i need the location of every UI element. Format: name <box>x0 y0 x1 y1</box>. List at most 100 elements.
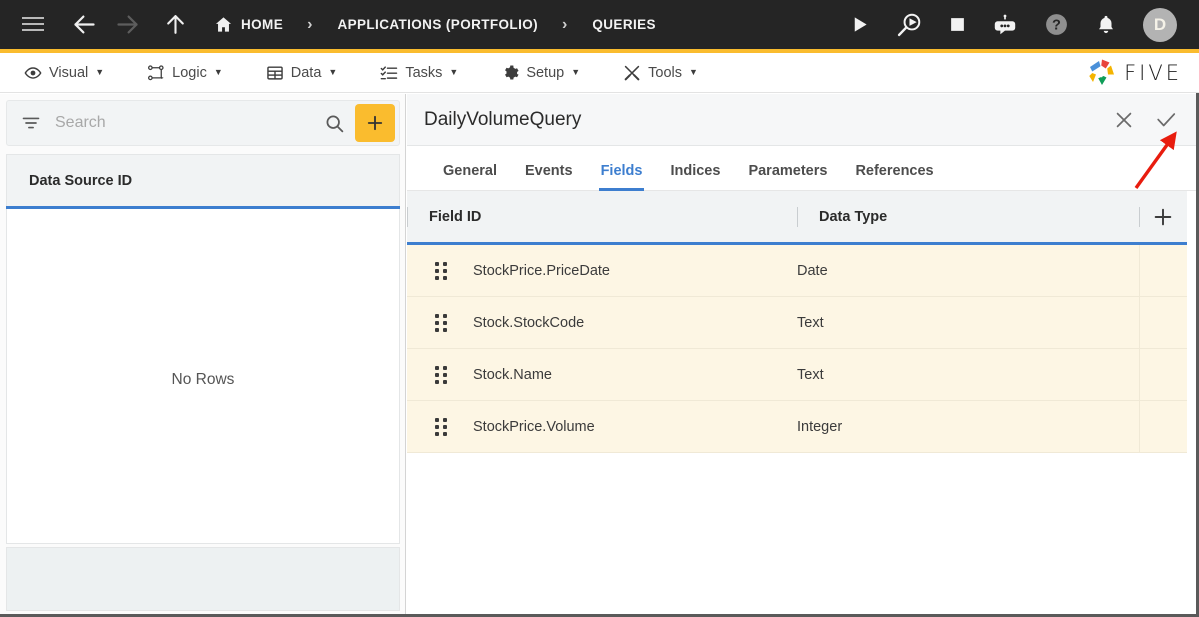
plus-icon[interactable] <box>1152 206 1174 228</box>
logic-nodes-icon <box>148 64 164 80</box>
chevron-down-icon: ▼ <box>328 67 338 77</box>
breadcrumb-home[interactable]: HOME <box>214 15 283 34</box>
breadcrumb-separator-1: › <box>307 15 313 33</box>
chatbot-button[interactable] <box>992 12 1018 38</box>
cell-field-id: Stock.StockCode <box>473 314 585 331</box>
menu-tasks[interactable]: Tasks ▼ <box>366 53 472 93</box>
breadcrumb-applications[interactable]: APPLICATIONS (PORTFOLIO) <box>337 17 538 32</box>
home-icon <box>215 17 232 32</box>
back-button[interactable] <box>71 11 98 38</box>
record-title-bar: DailyVolumeQuery <box>407 94 1196 146</box>
menu-logic[interactable]: Logic ▼ <box>133 53 237 93</box>
tab-events[interactable]: Events <box>511 163 587 190</box>
menu-setup[interactable]: Setup ▼ <box>487 53 594 93</box>
breadcrumb-queries[interactable]: QUERIES <box>592 17 656 32</box>
search-icon[interactable] <box>324 113 345 134</box>
topbar-actions: ? D <box>850 7 1177 42</box>
drag-handle-icon[interactable] <box>435 313 447 332</box>
search-input[interactable] <box>55 114 324 132</box>
table-row[interactable]: Stock.Name Text <box>407 349 1187 401</box>
table-grid-icon <box>266 65 283 80</box>
debug-icon <box>897 13 921 36</box>
bell-icon <box>1099 15 1113 33</box>
forward-button[interactable] <box>114 11 141 38</box>
five-mark-icon <box>1089 59 1115 85</box>
help-icon: ? <box>1046 14 1067 35</box>
stop-icon <box>951 18 964 31</box>
column-header-data-type[interactable]: Data Type <box>797 190 1139 244</box>
record-actions <box>1113 109 1177 131</box>
tab-references[interactable]: References <box>841 163 947 190</box>
add-data-source-button[interactable] <box>355 104 395 142</box>
tab-fields[interactable]: Fields <box>587 163 657 191</box>
chevron-down-icon: ▼ <box>449 67 459 77</box>
cell-actions <box>1139 349 1187 400</box>
stop-button[interactable] <box>949 16 966 33</box>
arrow-up-icon <box>167 15 184 34</box>
chatbot-icon <box>994 14 1016 34</box>
user-avatar[interactable]: D <box>1143 7 1177 42</box>
menu-setup-label: Setup <box>526 64 565 81</box>
data-source-grid-footer <box>6 547 400 611</box>
arrow-left-icon <box>74 15 95 34</box>
chevron-down-icon: ▼ <box>213 67 223 77</box>
cell-data-type: Text <box>797 314 824 331</box>
cell-actions <box>1139 401 1187 452</box>
menu-data-label: Data <box>290 64 322 81</box>
plus-icon <box>367 115 383 131</box>
left-panel: Data Source ID No Rows <box>0 94 406 614</box>
filter-icon[interactable] <box>21 113 41 133</box>
drag-handle-icon[interactable] <box>435 417 447 436</box>
cell-data-type: Integer <box>797 418 843 435</box>
empty-state-message: No Rows <box>171 371 235 388</box>
table-row[interactable]: Stock.StockCode Text <box>407 297 1187 349</box>
cell-field-id: StockPrice.Volume <box>473 418 595 435</box>
table-row[interactable]: StockPrice.PriceDate Date <box>407 245 1187 297</box>
arrow-right-icon <box>117 15 138 34</box>
table-row[interactable]: StockPrice.Volume Integer <box>407 401 1187 453</box>
chevron-down-icon: ▼ <box>95 67 105 77</box>
search-bar <box>6 100 400 146</box>
checklist-icon <box>380 65 398 79</box>
tab-parameters[interactable]: Parameters <box>734 163 841 190</box>
gear-icon <box>505 65 519 79</box>
debug-button[interactable] <box>895 11 923 39</box>
tab-general[interactable]: General <box>429 163 511 190</box>
run-button[interactable] <box>850 15 869 34</box>
cell-actions <box>1139 297 1187 348</box>
menu-tools-label: Tools <box>648 64 682 81</box>
data-source-grid-body: No Rows <box>6 209 400 544</box>
fields-table: Field ID Data Type StockPrice.PriceDate <box>407 191 1187 614</box>
five-logo: FIVE <box>1087 53 1182 93</box>
notifications-button[interactable] <box>1095 14 1117 36</box>
column-header-data-source-id[interactable]: Data Source ID <box>29 173 132 189</box>
menu-logic-label: Logic <box>172 64 207 81</box>
page-title: DailyVolumeQuery <box>424 108 582 130</box>
hamburger-icon <box>22 17 44 32</box>
data-source-grid-header: Data Source ID <box>6 154 400 206</box>
confirm-button[interactable] <box>1155 109 1177 131</box>
cell-actions <box>1139 245 1187 296</box>
drag-handle-icon[interactable] <box>435 365 447 384</box>
tab-indices[interactable]: Indices <box>656 163 734 190</box>
menu-tools[interactable]: Tools ▼ <box>609 53 712 93</box>
drag-handle-icon[interactable] <box>435 261 447 280</box>
help-button[interactable]: ? <box>1044 12 1069 37</box>
top-navigation-bar: HOME › APPLICATIONS (PORTFOLIO) › QUERIE… <box>0 0 1199 49</box>
close-button[interactable] <box>1113 109 1135 131</box>
run-icon <box>854 17 867 32</box>
menu-tasks-label: Tasks <box>405 64 443 81</box>
hamburger-menu-button[interactable] <box>22 17 44 32</box>
chevron-down-icon: ▼ <box>689 67 698 77</box>
five-logo-text: FIVE <box>1124 61 1182 85</box>
up-button[interactable] <box>163 12 188 37</box>
cell-field-id: Stock.Name <box>473 366 552 383</box>
menu-visual[interactable]: Visual ▼ <box>10 53 118 93</box>
main-panel: DailyVolumeQuery General Events Fields I… <box>407 94 1196 614</box>
breadcrumb-separator-2: › <box>562 15 568 33</box>
fields-table-header: Field ID Data Type <box>407 191 1187 245</box>
cell-data-type: Date <box>797 262 828 279</box>
column-header-field-id[interactable]: Field ID <box>407 190 797 244</box>
menu-visual-label: Visual <box>49 64 89 81</box>
menu-data[interactable]: Data ▼ <box>252 53 352 93</box>
